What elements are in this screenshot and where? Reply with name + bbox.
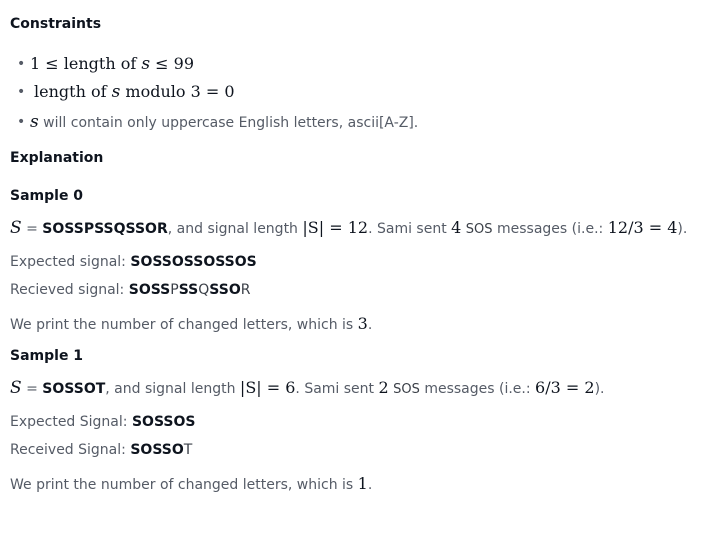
sample-0-received: Recieved signal: SOSSPSSQSSOR bbox=[10, 282, 251, 298]
sample-1-result: We print the number of changed letters, … bbox=[10, 474, 373, 493]
bullet-icon: • bbox=[17, 114, 26, 130]
constraints-heading: Constraints bbox=[10, 16, 102, 32]
sample-0-expected: Expected signal: SOSSOSSOSSOS bbox=[10, 254, 257, 270]
sample-0-summary: S = SOSSPSSQSSOR, and signal length |S| … bbox=[10, 218, 688, 238]
bullet-icon: • bbox=[17, 56, 26, 72]
explanation-heading: Explanation bbox=[10, 150, 104, 166]
sample-0-result: We print the number of changed letters, … bbox=[10, 314, 373, 333]
constraint-item: • length of s modulo 3 = 0 bbox=[17, 82, 235, 102]
sample-0-heading: Sample 0 bbox=[10, 188, 84, 204]
sample-1-summary: S = SOSSOT, and signal length |S| = 6. S… bbox=[10, 378, 605, 398]
bullet-icon: • bbox=[17, 84, 26, 100]
constraint-item: • s will contain only uppercase English … bbox=[17, 112, 419, 132]
sample-1-expected: Expected Signal: SOSSOS bbox=[10, 414, 196, 430]
sample-1-heading: Sample 1 bbox=[10, 348, 84, 364]
constraint-item: • 1 ≤ length of s ≤ 99 bbox=[17, 54, 195, 74]
sample-1-received: Received Signal: SOSSOT bbox=[10, 442, 193, 458]
